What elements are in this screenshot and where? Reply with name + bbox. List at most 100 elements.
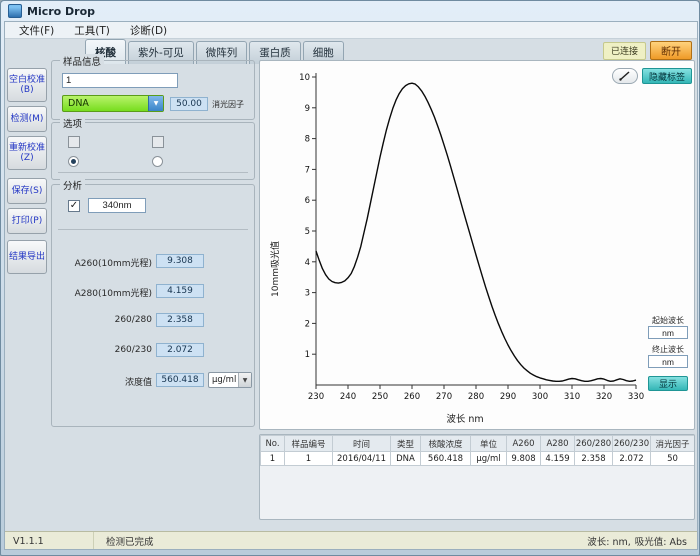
chevron-down-icon[interactable]: ▼ <box>238 373 251 387</box>
col-260-280: 260/280 <box>575 436 613 452</box>
window-title: Micro Drop <box>27 5 95 18</box>
sample-info-group: 样品信息 DNA ▼ 50.00 消光因子 <box>51 60 255 120</box>
svg-text:300: 300 <box>532 392 548 402</box>
disconnect-button[interactable]: 断开 <box>650 41 692 60</box>
sample-type-value: DNA <box>63 96 148 111</box>
extinction-factor-label: 消光因子 <box>212 99 244 110</box>
col-type: 类型 <box>391 436 421 452</box>
options-separator <box>58 172 248 173</box>
results-table: No. 样品编号 时间 类型 核酸浓度 单位 A260 A280 260/280… <box>260 435 695 466</box>
measure-button[interactable]: 检测(M) <box>7 106 47 132</box>
start-wavelength-input[interactable] <box>648 326 688 339</box>
cell-concentration: 560.418 <box>421 452 471 466</box>
col-time: 时间 <box>333 436 391 452</box>
menubar: 文件(F) 工具(T) 诊断(D) <box>5 22 697 39</box>
cell-time: 2016/04/11 <box>333 452 391 466</box>
cell-sample-id: 1 <box>285 452 333 466</box>
svg-text:320: 320 <box>596 392 612 402</box>
absorbance-readout: 吸光值: Abs <box>635 534 697 548</box>
sample-info-group-label: 样品信息 <box>60 54 104 68</box>
menu-file[interactable]: 文件(F) <box>9 22 64 39</box>
svg-text:7: 7 <box>305 165 310 175</box>
a280-label: A280(10mm光程) <box>58 286 152 299</box>
check-icon: ✓ <box>70 200 78 211</box>
blank-calibrate-button[interactable]: 空白校准(B) <box>7 68 47 102</box>
svg-text:2: 2 <box>305 319 310 329</box>
print-button[interactable]: 打印(P) <box>7 208 47 234</box>
ratio-260-280-field: 2.358 <box>156 313 204 327</box>
end-wavelength-label: 终止波长 <box>644 344 692 355</box>
cell-no: 1 <box>261 452 285 466</box>
analysis-separator <box>58 229 248 230</box>
col-no: No. <box>261 436 285 452</box>
version-label: V1.1.1 <box>5 532 94 550</box>
svg-text:5: 5 <box>305 227 310 237</box>
svg-text:9: 9 <box>305 104 310 114</box>
sample-id-input[interactable] <box>62 73 178 88</box>
hide-labels-button[interactable]: 隐藏标签 <box>642 68 692 84</box>
table-header-row: No. 样品编号 时间 类型 核酸浓度 单位 A260 A280 260/280… <box>261 436 695 452</box>
option-checkbox-2[interactable] <box>152 136 164 148</box>
wavelength-checkbox[interactable]: ✓ <box>68 200 80 212</box>
x-axis-title: 波长 nm <box>284 411 646 425</box>
ratio-260-230-label: 260/230 <box>58 345 152 355</box>
options-group: 选项 <box>51 122 255 180</box>
table-row[interactable]: 1 1 2016/04/11 DNA 560.418 μg/ml 9.808 4… <box>261 452 695 466</box>
connection-status-badge: 已连接 <box>603 42 646 60</box>
app-window: Micro Drop 文件(F) 工具(T) 诊断(D) 核酸 紫外-可见 微阵… <box>0 0 700 556</box>
menu-tools[interactable]: 工具(T) <box>64 22 120 39</box>
app-icon <box>8 4 22 18</box>
wavelength-readout: 波长: nm, <box>587 534 635 548</box>
ratio-260-230-field: 2.072 <box>156 343 204 357</box>
client-area: 文件(F) 工具(T) 诊断(D) 核酸 紫外-可见 微阵列 蛋白质 细胞 已连… <box>4 21 698 550</box>
titlebar[interactable]: Micro Drop <box>1 1 699 21</box>
option-radio-1[interactable] <box>68 156 79 167</box>
svg-text:330: 330 <box>628 392 644 402</box>
concentration-label: 浓度值 <box>58 375 152 388</box>
svg-text:230: 230 <box>308 392 324 402</box>
col-concentration: 核酸浓度 <box>421 436 471 452</box>
svg-text:3: 3 <box>305 289 310 299</box>
unit-select[interactable]: μg/ml ▼ <box>208 372 252 388</box>
end-wavelength-input[interactable] <box>648 355 688 368</box>
analysis-group: 分析 ✓ A260(10mm光程) 9.308 A280(10mm光程) 4.1… <box>51 184 255 427</box>
save-button[interactable]: 保存(S) <box>7 178 47 204</box>
svg-text:10: 10 <box>299 73 310 83</box>
a280-value-field: 4.159 <box>156 284 204 298</box>
svg-text:270: 270 <box>436 392 452 402</box>
col-a260: A260 <box>507 436 541 452</box>
option-checkbox-1[interactable] <box>68 136 80 148</box>
cell-extinction: 50 <box>651 452 695 466</box>
cell-type: DNA <box>391 452 421 466</box>
svg-text:6: 6 <box>305 196 310 206</box>
menu-diagnostics[interactable]: 诊断(D) <box>120 22 177 39</box>
unit-value: μg/ml <box>209 373 238 387</box>
svg-text:1: 1 <box>305 350 310 360</box>
spectrum-chart: 2302402502602702802903003103203301234567… <box>284 69 646 407</box>
y-axis-title: 10mm吸光值 <box>268 241 281 297</box>
show-button[interactable]: 显示 <box>648 376 688 391</box>
cell-a260: 9.808 <box>507 452 541 466</box>
svg-text:4: 4 <box>305 258 310 268</box>
svg-text:8: 8 <box>305 135 310 145</box>
svg-text:260: 260 <box>404 392 420 402</box>
chevron-down-icon[interactable]: ▼ <box>148 96 163 111</box>
cell-a280: 4.159 <box>541 452 575 466</box>
concentration-value-field: 560.418 <box>156 373 204 387</box>
col-extinction: 消光因子 <box>651 436 695 452</box>
recalibrate-button[interactable]: 重新校准(Z) <box>7 136 47 170</box>
option-radio-2[interactable] <box>152 156 163 167</box>
col-unit: 单位 <box>471 436 507 452</box>
sample-type-select[interactable]: DNA ▼ <box>62 95 164 112</box>
svg-text:250: 250 <box>372 392 388 402</box>
svg-text:240: 240 <box>340 392 356 402</box>
spectrum-panel: 隐藏标签 10mm吸光值 230240250260270280290300310… <box>259 60 695 430</box>
wavelength-input[interactable] <box>88 198 146 213</box>
results-panel: No. 样品编号 时间 类型 核酸浓度 单位 A260 A280 260/280… <box>259 434 695 520</box>
extinction-factor-field[interactable]: 50.00 <box>170 97 208 111</box>
ratio-260-280-label: 260/280 <box>58 315 152 325</box>
statusbar: V1.1.1 检测已完成 波长: nm, 吸光值: Abs <box>5 531 697 550</box>
col-sample-id: 样品编号 <box>285 436 333 452</box>
col-a280: A280 <box>541 436 575 452</box>
export-results-button[interactable]: 结果导出 <box>7 240 47 274</box>
